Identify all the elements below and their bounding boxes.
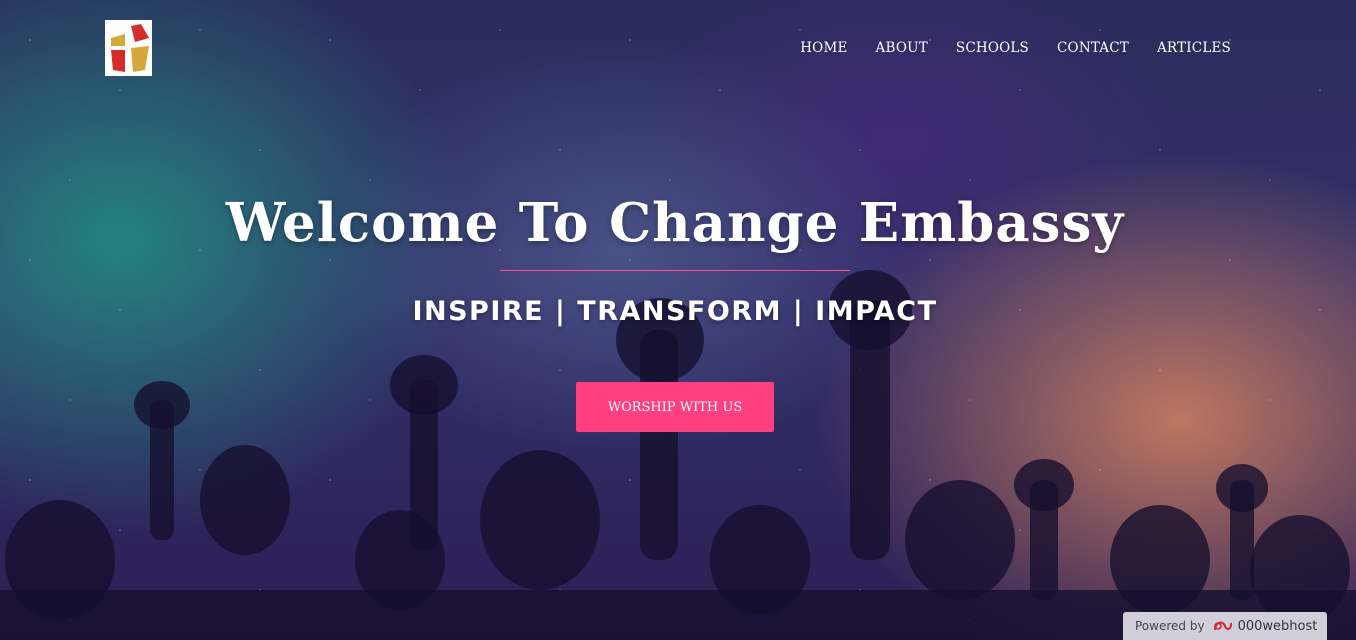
title-divider <box>500 270 850 271</box>
000webhost-logo-icon <box>1213 621 1232 631</box>
church-cross-logo-icon <box>111 24 149 72</box>
nav-item-contact[interactable]: CONTACT <box>1057 40 1129 56</box>
hero-title: Welcome To Change Embassy <box>225 192 1125 254</box>
hero-tagline: INSPIRE | TRANSFORM | IMPACT <box>412 296 938 327</box>
powered-by-label: Powered by <box>1135 619 1205 633</box>
nav-item-schools[interactable]: SCHOOLS <box>956 40 1029 56</box>
nav-item-about[interactable]: ABOUT <box>876 40 928 56</box>
000webhost-brand: 000webhost <box>1237 618 1318 634</box>
worship-with-us-button[interactable]: WORSHIP WITH US <box>576 382 774 432</box>
powered-by-badge[interactable]: Powered by 000webhost <box>1123 612 1327 640</box>
nav-item-articles[interactable]: ARTICLES <box>1157 40 1231 56</box>
church-logo[interactable] <box>105 20 152 76</box>
main-nav: HOME ABOUT SCHOOLS CONTACT ARTICLES <box>800 40 1231 56</box>
nav-item-home[interactable]: HOME <box>800 40 847 56</box>
